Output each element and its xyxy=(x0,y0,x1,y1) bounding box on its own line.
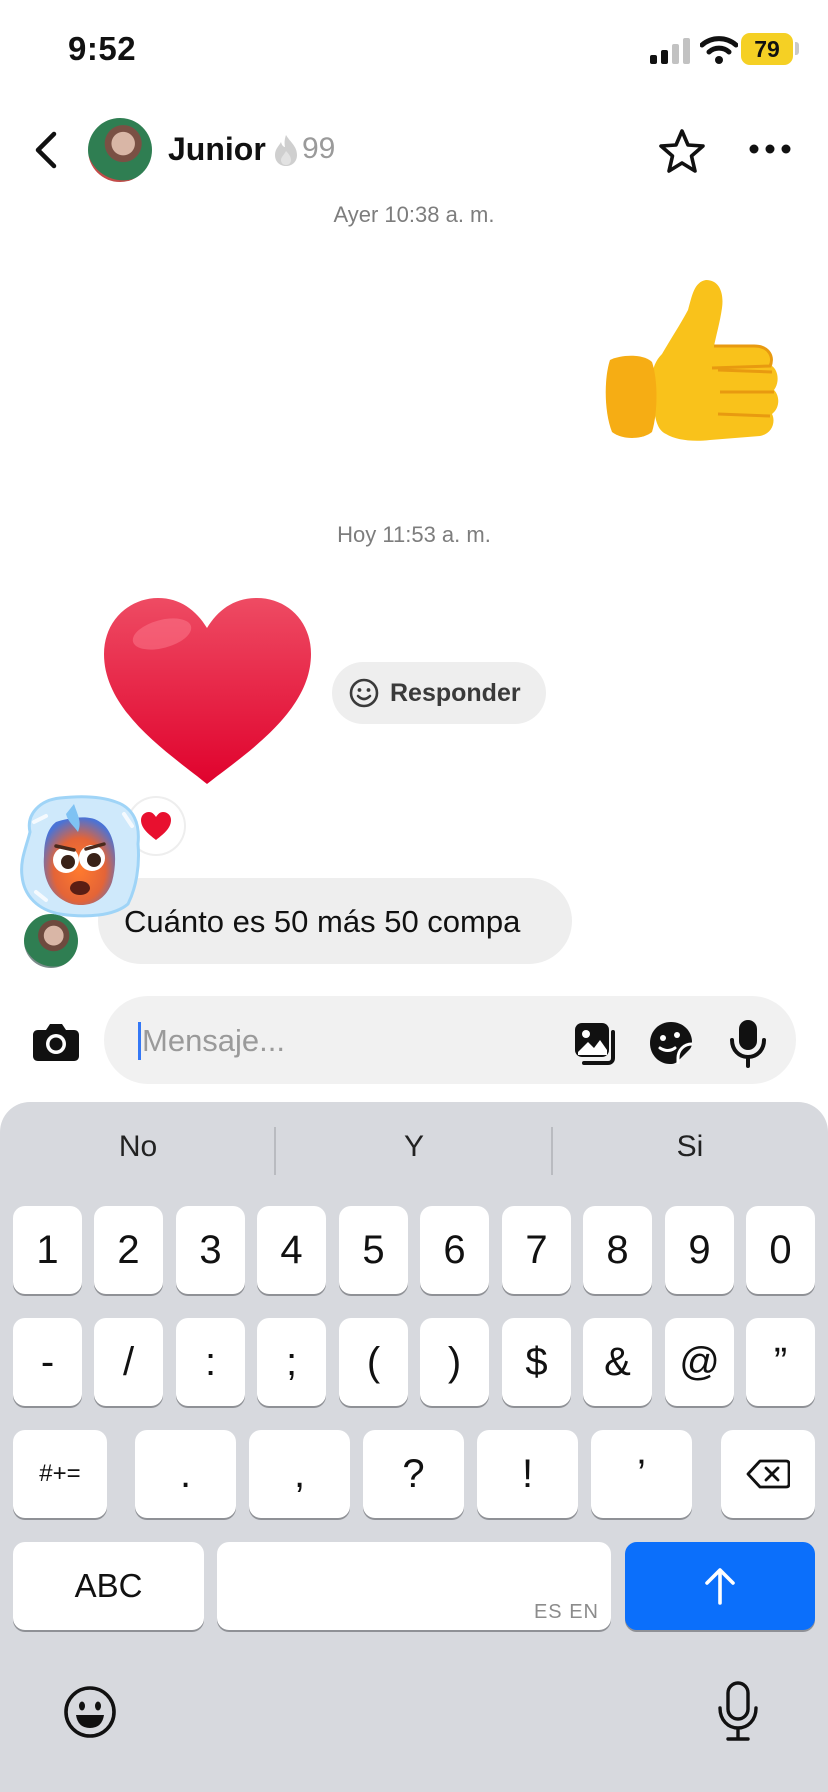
backspace-key[interactable] xyxy=(721,1430,815,1518)
key-slash[interactable]: / xyxy=(94,1318,163,1406)
suggestion-2[interactable]: Y xyxy=(276,1130,552,1164)
key-7[interactable]: 7 xyxy=(502,1206,571,1294)
key-hyphen[interactable]: - xyxy=(13,1318,82,1406)
microphone-icon[interactable] xyxy=(728,1018,768,1068)
star-icon[interactable] xyxy=(658,128,706,174)
signal-icon xyxy=(650,38,690,64)
back-chevron-icon[interactable] xyxy=(28,130,64,170)
more-options-icon[interactable] xyxy=(748,142,792,156)
reply-button[interactable]: Responder xyxy=(332,662,546,724)
suggestion-3[interactable]: Si xyxy=(552,1130,828,1164)
space-key[interactable]: ES EN xyxy=(217,1542,611,1630)
arrow-up-icon xyxy=(705,1568,735,1605)
frozen-face-sticker xyxy=(20,795,140,918)
key-quote[interactable]: ” xyxy=(746,1318,815,1406)
key-open-paren[interactable]: ( xyxy=(339,1318,408,1406)
symbols-toggle-key[interactable]: #+= xyxy=(13,1430,107,1518)
wifi-icon xyxy=(700,36,738,64)
message-input[interactable] xyxy=(138,1016,562,1066)
abc-key[interactable]: ABC xyxy=(13,1542,204,1630)
streak-count: 99 xyxy=(302,132,336,165)
key-1[interactable]: 1 xyxy=(13,1206,82,1294)
key-8[interactable]: 8 xyxy=(583,1206,652,1294)
key-3[interactable]: 3 xyxy=(176,1206,245,1294)
key-ampersand[interactable]: & xyxy=(583,1318,652,1406)
battery-indicator: 79 xyxy=(741,33,793,65)
reply-button-label: Responder xyxy=(390,678,521,707)
key-at[interactable]: @ xyxy=(665,1318,734,1406)
timestamp: Ayer 10:38 a. m. xyxy=(333,202,495,227)
gallery-icon[interactable] xyxy=(572,1020,620,1066)
heart-emoji[interactable] xyxy=(100,594,315,790)
key-colon[interactable]: : xyxy=(176,1318,245,1406)
key-dollar[interactable]: $ xyxy=(502,1318,571,1406)
sticker-icon[interactable] xyxy=(648,1020,694,1066)
key-close-paren[interactable]: ) xyxy=(420,1318,489,1406)
key-5[interactable]: 5 xyxy=(339,1206,408,1294)
key-2[interactable]: 2 xyxy=(94,1206,163,1294)
key-4[interactable]: 4 xyxy=(257,1206,326,1294)
thumbs-up-emoji[interactable] xyxy=(592,270,792,470)
key-period[interactable]: . xyxy=(135,1430,236,1518)
battery-tip xyxy=(795,42,799,55)
key-9[interactable]: 9 xyxy=(665,1206,734,1294)
status-time: 9:52 xyxy=(68,30,137,67)
backspace-icon xyxy=(746,1459,790,1489)
space-language-label: ES EN xyxy=(533,1601,599,1623)
key-6[interactable]: 6 xyxy=(420,1206,489,1294)
contact-avatar[interactable] xyxy=(88,118,152,182)
sender-avatar[interactable] xyxy=(24,914,78,968)
dictation-microphone-icon[interactable] xyxy=(716,1680,760,1742)
key-apostrophe[interactable]: ’ xyxy=(591,1430,692,1518)
emoji-keyboard-icon[interactable] xyxy=(62,1684,118,1740)
suggestion-1[interactable]: No xyxy=(0,1130,276,1164)
text-caret xyxy=(138,1022,141,1060)
smiley-icon xyxy=(349,678,379,708)
key-exclamation[interactable]: ! xyxy=(477,1430,578,1518)
camera-icon[interactable] xyxy=(32,1020,80,1062)
flame-icon xyxy=(275,135,297,166)
key-comma[interactable]: , xyxy=(249,1430,350,1518)
key-question[interactable]: ? xyxy=(363,1430,464,1518)
timestamp: Hoy 11:53 a. m. xyxy=(337,522,491,547)
send-key[interactable] xyxy=(625,1542,815,1630)
key-0[interactable]: 0 xyxy=(746,1206,815,1294)
key-semicolon[interactable]: ; xyxy=(257,1318,326,1406)
contact-name[interactable]: Junior xyxy=(168,131,266,168)
message-text: Cuánto es 50 más 50 compa xyxy=(124,904,521,939)
